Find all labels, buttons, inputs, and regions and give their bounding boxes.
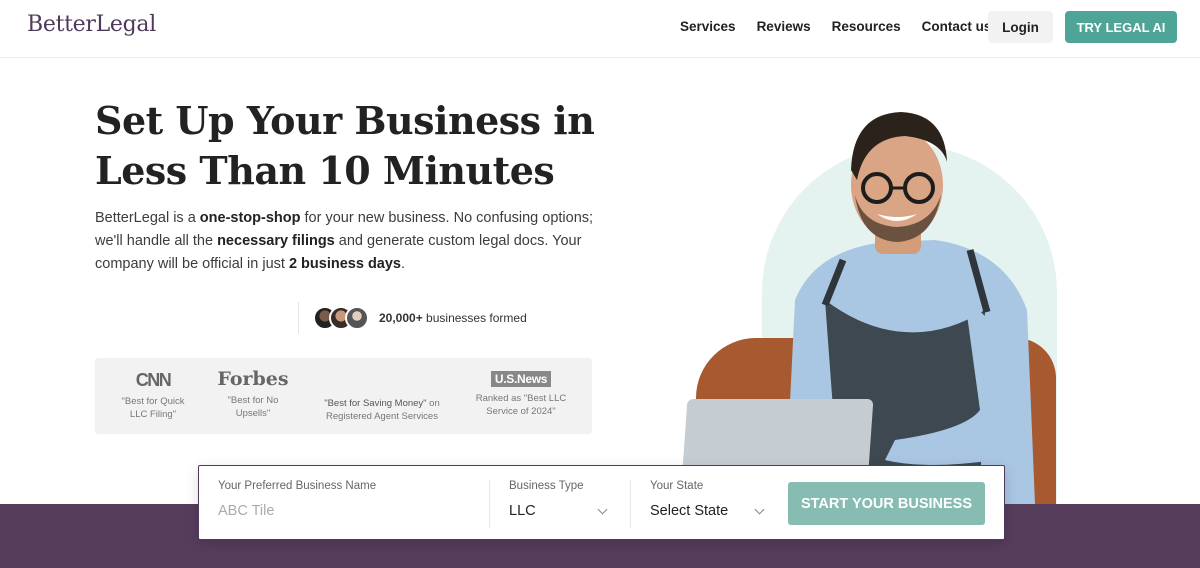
desc-text: . [401,256,406,272]
hero-title: Set Up Your Business in Less Than 10 Min… [95,98,595,193]
forbes-logo: Forbes [217,368,289,390]
press-caption: "Best for No Upsells" [227,395,279,419]
business-type-select[interactable]: LLC [509,503,536,519]
chevron-down-icon[interactable] [597,504,608,515]
desc-bold: one-stop-shop [199,210,301,226]
chevron-down-icon[interactable] [754,504,765,515]
press-forbes: Forbes "Best for No Upsells" [213,368,293,420]
press-caption-bold: "Best for Saving Money" [324,398,427,409]
press-caption: "Best for Saving Money" on Registered Ag… [317,397,447,423]
nav-services[interactable]: Services [680,19,736,34]
logo[interactable]: BetterLegal [27,12,156,37]
press-cnn: CNN "Best for Quick LLC Filing" [113,370,193,421]
avatar-group [313,306,369,330]
avatar [345,306,369,330]
try-legal-ai-button[interactable]: TRY LEGAL AI [1065,11,1177,43]
site-header: BetterLegal Services Reviews Resources C… [0,0,1200,58]
login-button[interactable]: Login [988,11,1053,43]
press-mentions: CNN "Best for Quick LLC Filing" Forbes "… [95,358,592,434]
press-caption: Ranked as "Best LLC Service of 2024" [475,393,567,417]
state-select[interactable]: Select State [650,503,728,519]
social-proof-label: businesses formed [422,311,527,325]
field-divider [630,480,631,528]
start-business-button[interactable]: START YOUR BUSINESS [788,482,985,525]
nav-resources[interactable]: Resources [832,19,901,34]
business-form: Your Preferred Business Name ABC Tile Bu… [198,465,1005,540]
press-saving: "Best for Saving Money" on Registered Ag… [317,393,447,423]
business-type-label: Business Type [509,480,584,492]
nav-contact[interactable]: Contact us [922,19,992,34]
nav-reviews[interactable]: Reviews [757,19,811,34]
state-label: Your State [650,480,704,492]
social-proof: 20,000+ businesses formed [298,302,527,334]
desc-bold: necessary filings [217,233,335,249]
cnn-logo: CNN [135,370,172,390]
field-divider [489,480,490,528]
social-proof-text: 20,000+ businesses formed [379,311,527,325]
business-name-input[interactable]: ABC Tile [218,503,274,519]
business-count: 20,000+ [379,311,423,325]
hero-description: BetterLegal is a one-stop-shop for your … [95,207,595,276]
business-name-label: Your Preferred Business Name [218,480,377,492]
press-caption: "Best for Quick LLC Filing" [121,396,185,420]
press-usnews: U.S.News Ranked as "Best LLC Service of … [466,370,576,418]
laptop-graphic [682,399,874,469]
main-nav: Services Reviews Resources Contact us [680,19,991,34]
desc-bold: 2 business days [288,256,401,272]
desc-text: BetterLegal is a [95,210,200,226]
usnews-logo: U.S.News [490,371,552,387]
